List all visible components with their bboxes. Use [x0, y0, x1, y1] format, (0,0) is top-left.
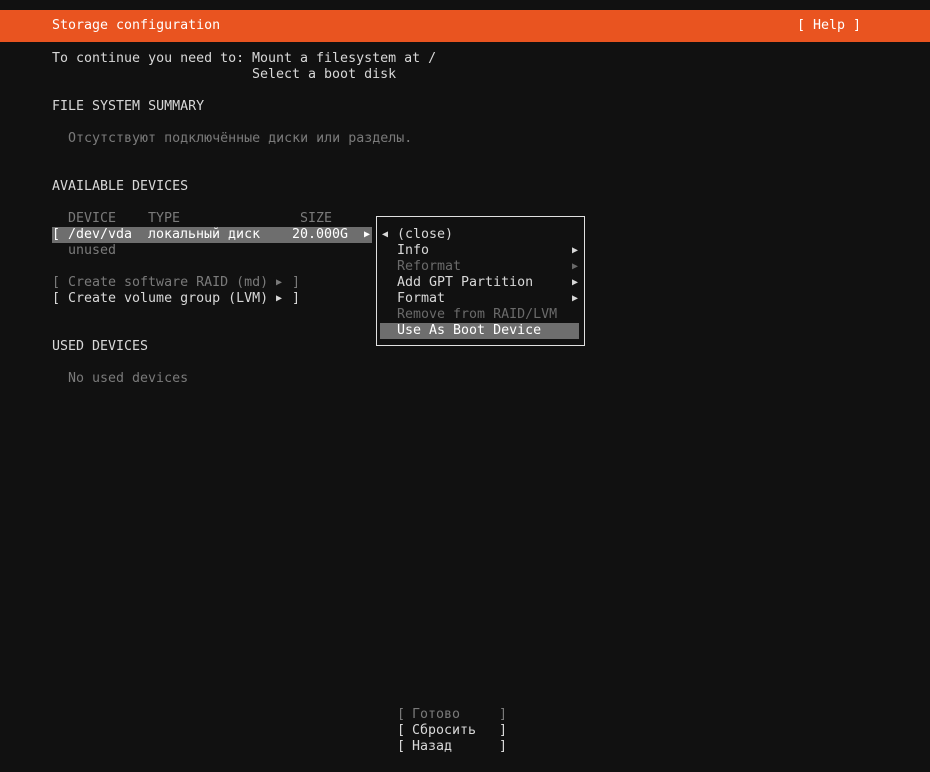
column-header-size: SIZE	[300, 211, 333, 226]
device-size: 20.000G	[292, 227, 349, 242]
menu-item-add-gpt-partition[interactable]: Add GPT Partition ▶	[380, 275, 579, 291]
menu-item-format[interactable]: Format ▶	[380, 291, 579, 307]
menu-item-reformat: Reformat ▶	[397, 259, 579, 274]
device-name: /dev/vda	[68, 227, 133, 242]
submenu-arrow-icon: ▶	[276, 277, 283, 288]
submenu-arrow-icon: ▶	[276, 293, 283, 304]
create-raid-label: Create software RAID (md)	[68, 275, 269, 290]
header-bar: Storage configuration [ Help ]	[0, 10, 930, 42]
create-lvm-button[interactable]: [ Create volume group (LVM) ▶ ]	[52, 291, 302, 307]
create-raid-button[interactable]: [ Create software RAID (md) ▶ ]	[52, 275, 302, 291]
device-action-menu: ◀ (close) Info ▶ Reformat ▶ Add GPT Part…	[376, 216, 585, 346]
used-devices-heading: USED DEVICES	[52, 339, 149, 354]
page-title: Storage configuration	[52, 18, 221, 33]
create-lvm-label: Create volume group (LVM)	[68, 291, 269, 306]
reset-button[interactable]: [ Сбросить ]	[397, 723, 509, 739]
back-button[interactable]: [ Назад ]	[397, 739, 509, 755]
row-bracket-open: [	[52, 227, 61, 242]
requirement-item: Select a boot disk	[252, 67, 397, 82]
menu-item-remove-from-raid-lvm: Remove from RAID/LVM	[397, 307, 558, 322]
top-strip	[0, 0, 930, 10]
back-arrow-icon: ◀	[382, 229, 389, 240]
device-row-vda[interactable]: [ /dev/vda локальный диск 20.000G ▶	[52, 227, 372, 243]
done-label: Готово	[412, 707, 461, 722]
used-devices-empty: No used devices	[68, 371, 189, 386]
menu-item-info[interactable]: Info ▶	[380, 243, 579, 259]
fs-summary-heading: FILE SYSTEM SUMMARY	[52, 99, 205, 114]
submenu-arrow-icon: ▶	[572, 293, 579, 304]
requirement-item: Mount a filesystem at /	[252, 51, 437, 66]
menu-item-use-as-boot-device[interactable]: Use As Boot Device	[380, 323, 579, 339]
done-button[interactable]: [ Готово ]	[397, 707, 509, 723]
submenu-arrow-icon: ▶	[572, 261, 579, 272]
help-button[interactable]: [ Help ]	[797, 18, 861, 34]
requirements-prefix: To continue you need to:	[52, 51, 245, 66]
column-header-type: TYPE	[148, 211, 181, 226]
submenu-arrow-icon: ▶	[364, 229, 371, 240]
submenu-arrow-icon: ▶	[572, 277, 579, 288]
back-label: Назад	[412, 739, 453, 754]
fs-summary-empty: Отсутствуют подключённые диски или разде…	[68, 131, 413, 146]
device-type: локальный диск	[148, 227, 261, 242]
column-header-device: DEVICE	[68, 211, 117, 226]
submenu-arrow-icon: ▶	[572, 245, 579, 256]
available-devices-heading: AVAILABLE DEVICES	[52, 179, 189, 194]
reset-label: Сбросить	[412, 723, 477, 738]
device-status: unused	[68, 243, 117, 258]
menu-item-close[interactable]: ◀ (close)	[380, 227, 579, 243]
